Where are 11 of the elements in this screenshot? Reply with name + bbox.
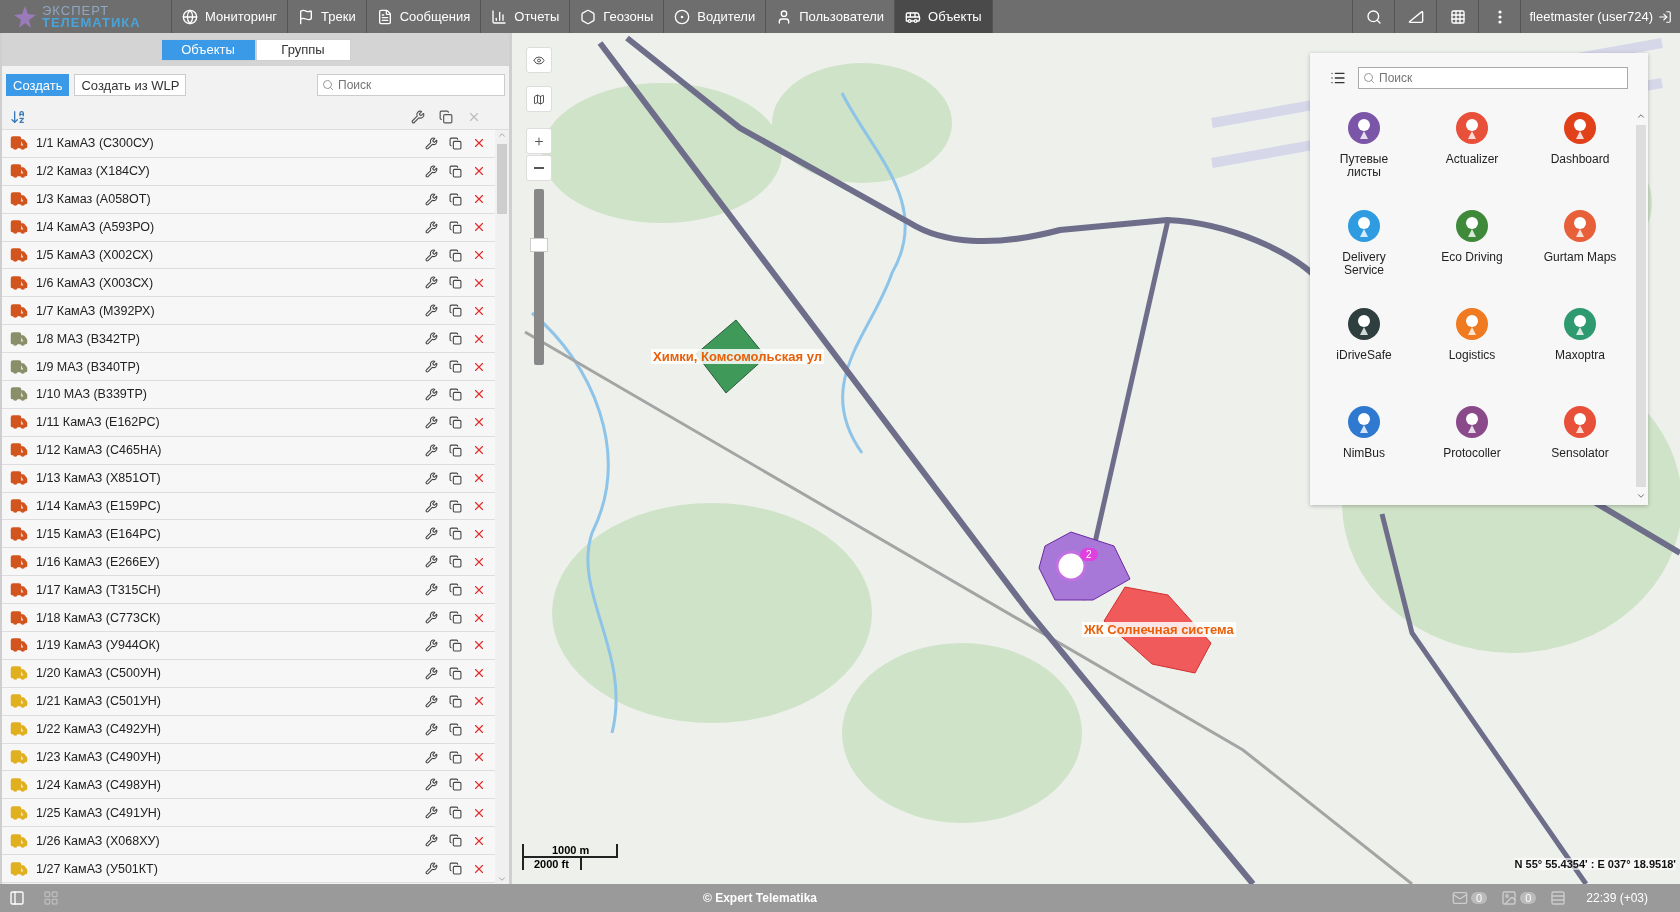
coordinates-text: N 55° 55.4354' : E 037° 18.9518' xyxy=(1514,858,1676,870)
copyright-text: © Expert Telematika xyxy=(702,891,818,905)
geofence-label: ЖК Солнечная система xyxy=(1082,622,1236,637)
geofence-label: Химки, Комсомольская ул xyxy=(651,349,824,364)
clock-text: 22:39 (+03) xyxy=(1586,891,1648,905)
scale-bar: 1000 m xyxy=(522,844,618,858)
message-count: 0 xyxy=(1471,892,1488,904)
scale-bar: 2000 ft xyxy=(522,858,582,870)
notification-count: 0 xyxy=(1520,892,1537,904)
logo-text: ЭКСПЕРТ xyxy=(42,4,111,17)
logo-text: ТЕЛЕМАТИКА xyxy=(42,16,141,29)
